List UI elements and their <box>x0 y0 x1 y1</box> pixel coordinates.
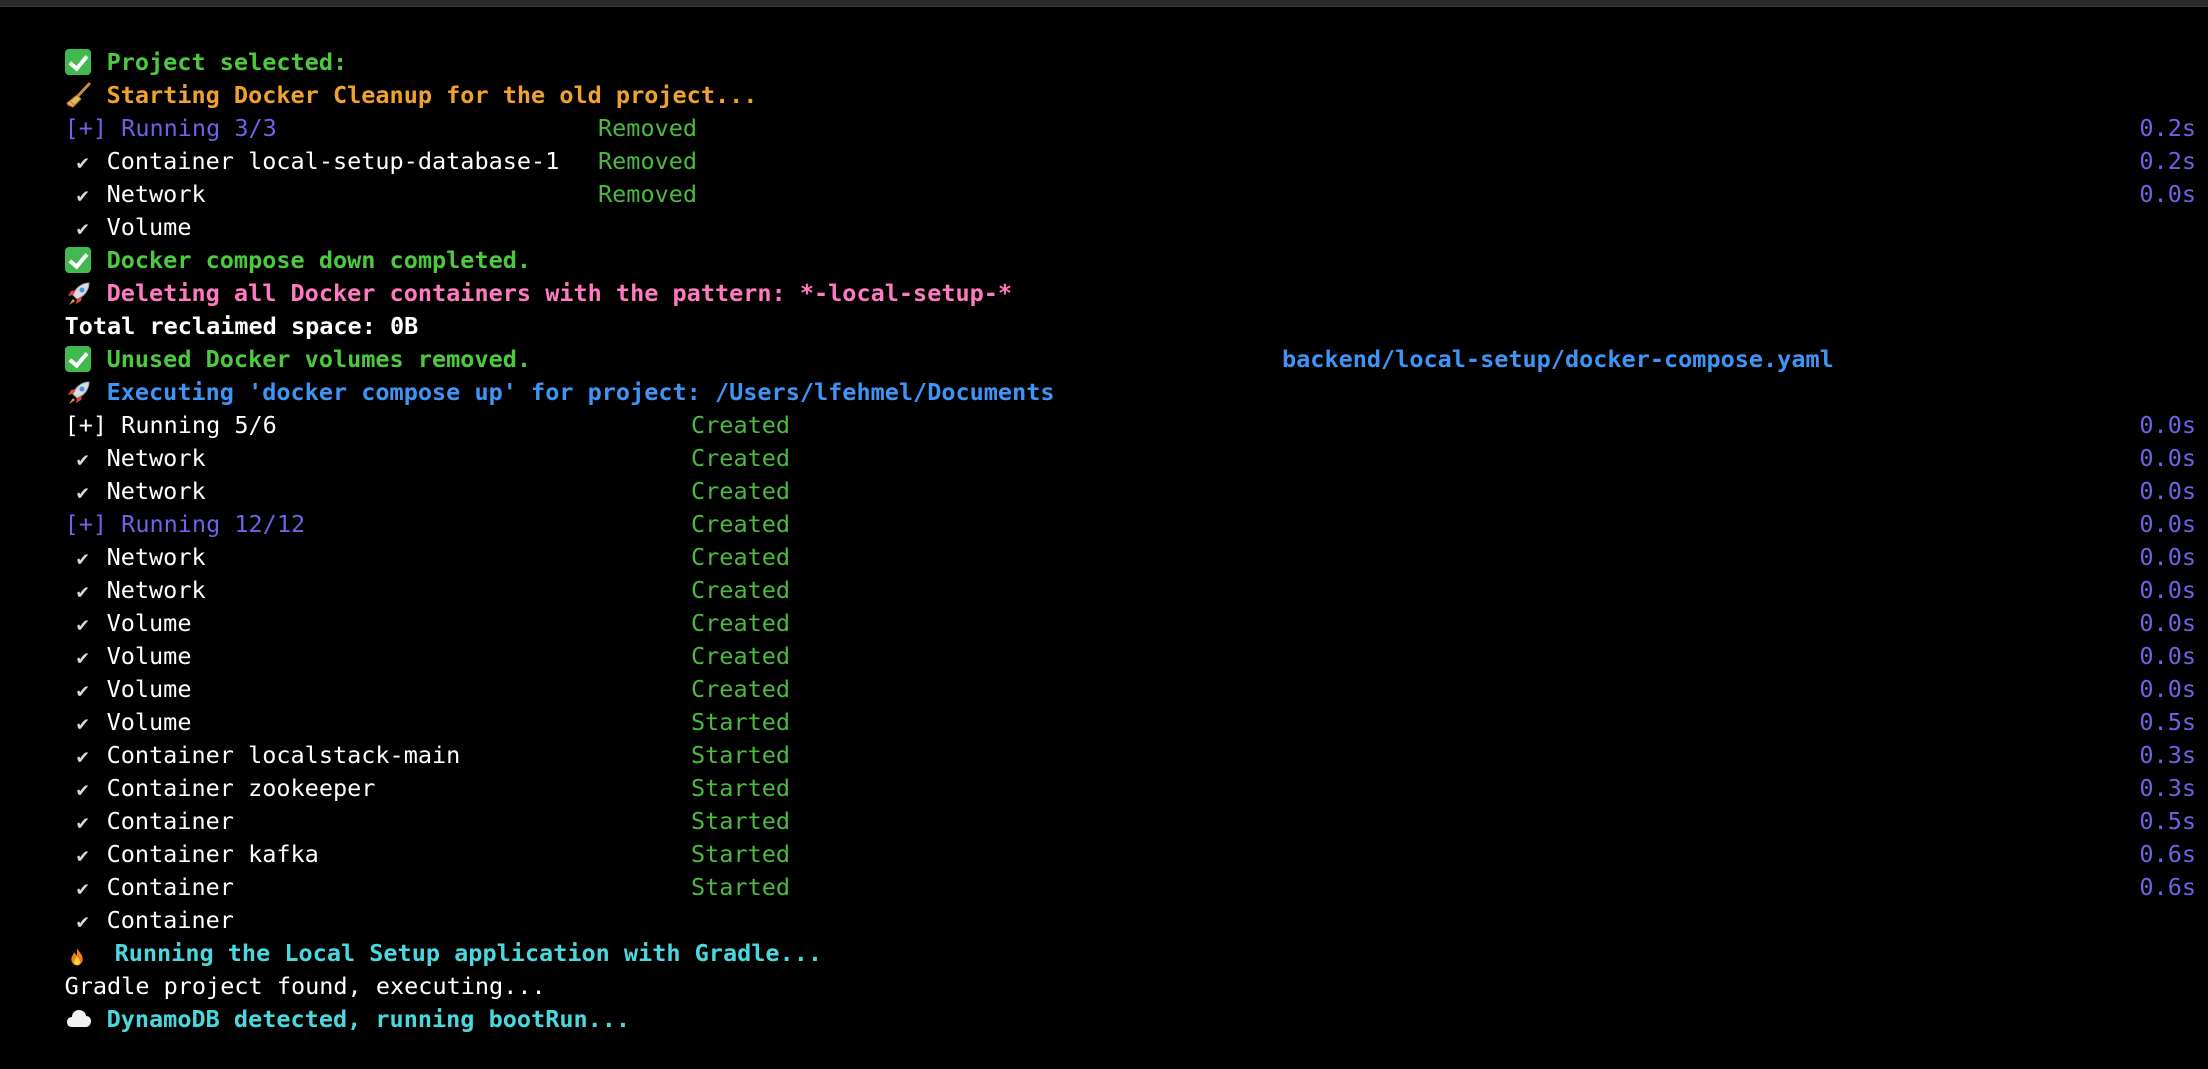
resource-time: 0.0s <box>2139 642 2196 670</box>
volumes-removed-line: Unused Docker volumes removed. <box>8 310 531 373</box>
running-progress-line: [+] Running 5/6 <box>8 376 277 439</box>
reclaimed-space-line: Total reclaimed space: 0B <box>8 277 419 340</box>
project-selected-line: Project selected: <box>8 13 347 76</box>
resource-status: Removed <box>598 180 698 208</box>
cloud-icon <box>66 1010 91 1027</box>
resource-line: ✔ Volume <box>8 640 192 703</box>
compose-up-line: Executing 'docker compose up' for projec… <box>8 343 1055 406</box>
resource-line: ✔ Network <box>8 145 206 208</box>
resource-status: Created <box>691 411 791 439</box>
resource-time: 0.3s <box>2139 774 2196 802</box>
resource-status: Started <box>691 741 791 769</box>
resource-status: Created <box>691 444 791 472</box>
resource-time: 0.5s <box>2139 807 2196 835</box>
resource-time: 0.0s <box>2139 477 2196 505</box>
resource-status: Started <box>691 807 791 835</box>
resource-line: ✔ Container <box>8 871 234 934</box>
resource-status: Created <box>691 543 791 571</box>
resource-line: ✔ Volume <box>8 673 192 736</box>
resource-time: 0.6s <box>2139 873 2196 901</box>
resource-status: Started <box>691 873 791 901</box>
resource-line: ✔ Volume <box>8 607 192 670</box>
resource-status: Started <box>691 840 791 868</box>
running-progress-line: [+] Running 12/12 <box>8 475 306 538</box>
resource-line: ✔ Network <box>8 442 206 505</box>
gradle-run-line: Running the Local Setup application with… <box>8 904 822 967</box>
resource-status: Created <box>691 510 791 538</box>
terminal-window[interactable]: Project selected: Starting Docker Cleanu… <box>0 0 2208 1033</box>
resource-time: 0.0s <box>2139 609 2196 637</box>
compose-file-path: backend/local-setup/docker-compose.yaml <box>1282 345 1834 373</box>
resource-status: Created <box>691 642 791 670</box>
resource-status: Removed <box>598 147 698 175</box>
resource-time: 0.0s <box>2139 675 2196 703</box>
resource-status: Created <box>691 609 791 637</box>
resource-line: ✔ Container zookeeper <box>8 739 376 802</box>
compose-down-line: Docker compose down completed. <box>8 211 531 274</box>
resource-status: Started <box>691 708 791 736</box>
resource-line: ✔ Network <box>8 409 206 472</box>
dynamodb-line: DynamoDB detected, running bootRun... <box>8 970 630 1033</box>
resource-line: ✔ Container <box>8 772 234 835</box>
resource-line: ✔ Network <box>8 508 206 571</box>
terminal-top-edge <box>0 0 2208 7</box>
resource-status: Created <box>691 477 791 505</box>
gradle-found-line: Gradle project found, executing... <box>8 937 546 1000</box>
resource-line: ✔ Volume <box>8 574 192 637</box>
resource-line: ✔ Container kafka <box>8 805 319 868</box>
delete-containers-line: Deleting all Docker containers with the … <box>8 244 1012 307</box>
resource-time: 0.0s <box>2139 576 2196 604</box>
resource-status: Created <box>691 576 791 604</box>
resource-time: 0.2s <box>2139 147 2196 175</box>
resource-time: 0.0s <box>2139 510 2196 538</box>
resource-time: 0.5s <box>2139 708 2196 736</box>
resource-status: Removed <box>598 114 698 142</box>
resource-time: 0.0s <box>2139 444 2196 472</box>
resource-time: 0.0s <box>2139 411 2196 439</box>
resource-line: ✔ Container local-setup-database-1 <box>8 112 560 175</box>
resource-time: 0.0s <box>2139 543 2196 571</box>
resource-status: Created <box>691 675 791 703</box>
resource-time: 0.2s <box>2139 114 2196 142</box>
docker-cleanup-line: Starting Docker Cleanup for the old proj… <box>8 46 757 109</box>
resource-status: Started <box>691 774 791 802</box>
resource-line: ✔ Container localstack-main <box>8 706 461 769</box>
resource-line: ✔ Container <box>8 838 234 901</box>
running-progress-line: [+] Running 3/3 <box>8 79 277 142</box>
resource-line: ✔ Network <box>8 541 206 604</box>
resource-line: ✔ Volume <box>8 178 192 241</box>
resource-time: 0.0s <box>2139 180 2196 208</box>
resource-time: 0.3s <box>2139 741 2196 769</box>
resource-time: 0.6s <box>2139 840 2196 868</box>
line-text: DynamoDB detected, running bootRun... <box>106 1005 631 1033</box>
